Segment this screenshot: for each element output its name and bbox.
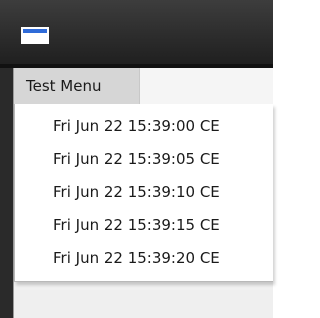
window-body [14, 290, 273, 318]
title-bar[interactable] [0, 0, 273, 68]
application-window: Test Menu Fri Jun 22 15:39:00 CE Fri Jun… [0, 0, 273, 318]
menu-item[interactable]: Fri Jun 22 15:39:20 CE [53, 247, 220, 269]
menu-item[interactable]: Fri Jun 22 15:39:05 CE [53, 148, 220, 170]
window-icon[interactable] [21, 27, 49, 44]
menu-item[interactable]: Fri Jun 22 15:39:10 CE [53, 181, 220, 203]
menu-item[interactable]: Fri Jun 22 15:39:00 CE [53, 115, 220, 137]
menu-item[interactable]: Fri Jun 22 15:39:15 CE [53, 214, 220, 236]
menu-test-menu[interactable]: Test Menu [14, 68, 140, 104]
window-frame-left [0, 68, 13, 318]
dropdown-menu: Fri Jun 22 15:39:00 CE Fri Jun 22 15:39:… [14, 104, 273, 282]
